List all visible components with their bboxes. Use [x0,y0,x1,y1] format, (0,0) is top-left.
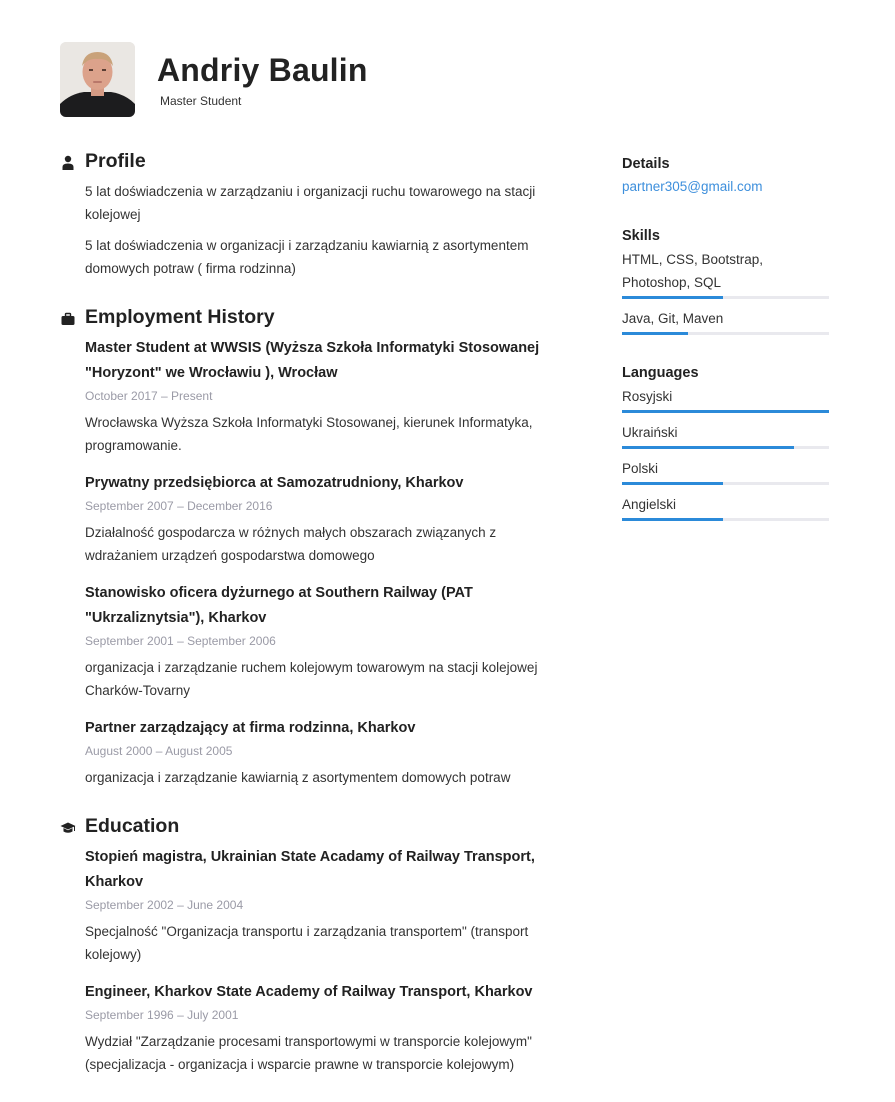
briefcase-icon [61,312,75,325]
education-entry-title: Stopień magistra, Ukrainian State Acadam… [85,849,535,890]
language-level-fill [622,410,829,413]
job-entry-title: Partner zarządzający at firma rodzinna, … [85,720,416,736]
education-entry-dates: September 2002 – June 2004 [85,898,244,912]
language-name: Rosyjski [622,389,673,404]
job-entry-description: Wrocławska Wyższa Szkoła Informatyki Sto… [85,415,533,453]
details-heading: Details [622,156,670,172]
language-level-fill [622,482,724,485]
education-title: Education [85,815,180,837]
job-entry-title: Stanowisko oficera dyżurnego at Southern… [85,585,473,626]
job-entry: Stanowisko oficera dyżurnego at Southern… [85,581,570,702]
education-entry: Engineer, Kharkov State Academy of Railw… [85,980,570,1076]
employment-title: Employment History [85,306,275,328]
employment-heading: Employment History [60,306,570,332]
education-section: Education Stopień magistra, Ukrainian St… [60,815,570,1076]
job-entry-description: organizacja i zarządzanie kawiarnią z as… [85,770,511,785]
details-block: Details partner305@gmail.com [622,152,829,198]
language-name: Polski [622,461,659,476]
profile-title: Profile [85,150,146,172]
skill-level-bar [622,296,829,299]
job-entry-dates: September 2007 – December 2016 [85,499,273,513]
language-item: Rosyjski [622,385,829,413]
employment-body: Master Student at WWSIS (Wyższa Szkoła I… [85,336,570,789]
education-entry-description: Specjalność "Organizacja transportu i za… [85,924,529,962]
skill-name: HTML, CSS, Bootstrap, Photoshop, SQL [622,252,764,290]
job-entry-title: Prywatny przedsiębiorca at Samozatrudnio… [85,475,464,491]
job-entry: Partner zarządzający at firma rodzinna, … [85,716,570,789]
sidebar: Details partner305@gmail.com Skills HTML… [622,152,829,547]
profile-paragraph: 5 lat doświadczenia w organizacji i zarz… [85,238,529,276]
email-link[interactable]: partner305@gmail.com [622,176,829,198]
employment-section: Employment History Master Student at WWS… [60,306,570,789]
language-level-bar [622,482,829,485]
skill-item: HTML, CSS, Bootstrap, Photoshop, SQL [622,248,829,299]
language-level-fill [622,446,794,449]
job-entry: Master Student at WWSIS (Wyższa Szkoła I… [85,336,570,457]
language-name: Ukraiński [622,425,678,440]
person-name: Andriy Baulin [157,52,368,88]
profile-heading: Profile [60,150,570,176]
education-entry-dates: September 1996 – July 2001 [85,1008,239,1022]
skills-block: Skills HTML, CSS, Bootstrap, Photoshop, … [622,224,829,335]
skill-level-fill [622,332,689,335]
language-item: Ukraiński [622,421,829,449]
skills-heading: Skills [622,228,660,244]
skill-name: Java, Git, Maven [622,311,724,326]
education-entry-description: Wydział "Zarządzanie procesami transport… [85,1034,532,1072]
language-level-bar [622,518,829,521]
language-item: Angielski [622,493,829,521]
language-level-bar [622,446,829,449]
job-entry-dates: August 2000 – August 2005 [85,744,233,758]
job-entry-description: organizacja i zarządzanie ruchem kolejow… [85,660,538,698]
languages-heading: Languages [622,365,699,381]
resume-header: Andriy Baulin Master Student [60,42,840,118]
profile-body: 5 lat doświadczenia w zarządzaniu i orga… [85,180,570,280]
person-icon [62,155,74,170]
job-entry-title: Master Student at WWSIS (Wyższa Szkoła I… [85,340,540,381]
main-column: Profile 5 lat doświadczenia w zarządzani… [60,150,570,1102]
language-level-bar [622,410,829,413]
language-name: Angielski [622,497,677,512]
job-title: Master Student [160,94,242,108]
job-entry-dates: September 2001 – September 2006 [85,634,276,648]
profile-paragraph: 5 lat doświadczenia w zarządzaniu i orga… [85,184,536,222]
education-heading: Education [60,815,570,841]
job-entry-description: Działalność gospodarcza w różnych małych… [85,525,497,563]
skill-level-fill [622,296,724,299]
language-level-fill [622,518,724,521]
education-entry-title: Engineer, Kharkov State Academy of Railw… [85,984,533,1000]
education-entry: Stopień magistra, Ukrainian State Acadam… [85,845,570,966]
avatar-photo-icon [60,42,135,117]
job-entry: Prywatny przedsiębiorca at Samozatrudnio… [85,471,570,567]
profile-section: Profile 5 lat doświadczenia w zarządzani… [60,150,570,280]
profile-photo [60,42,135,117]
job-entry-dates: October 2017 – Present [85,389,213,403]
languages-block: Languages Rosyjski Ukraiński Polski Angi… [622,361,829,521]
language-item: Polski [622,457,829,485]
graduation-cap-icon [60,822,76,833]
skill-item: Java, Git, Maven [622,307,829,335]
skill-level-bar [622,332,829,335]
education-body: Stopień magistra, Ukrainian State Acadam… [85,845,570,1076]
